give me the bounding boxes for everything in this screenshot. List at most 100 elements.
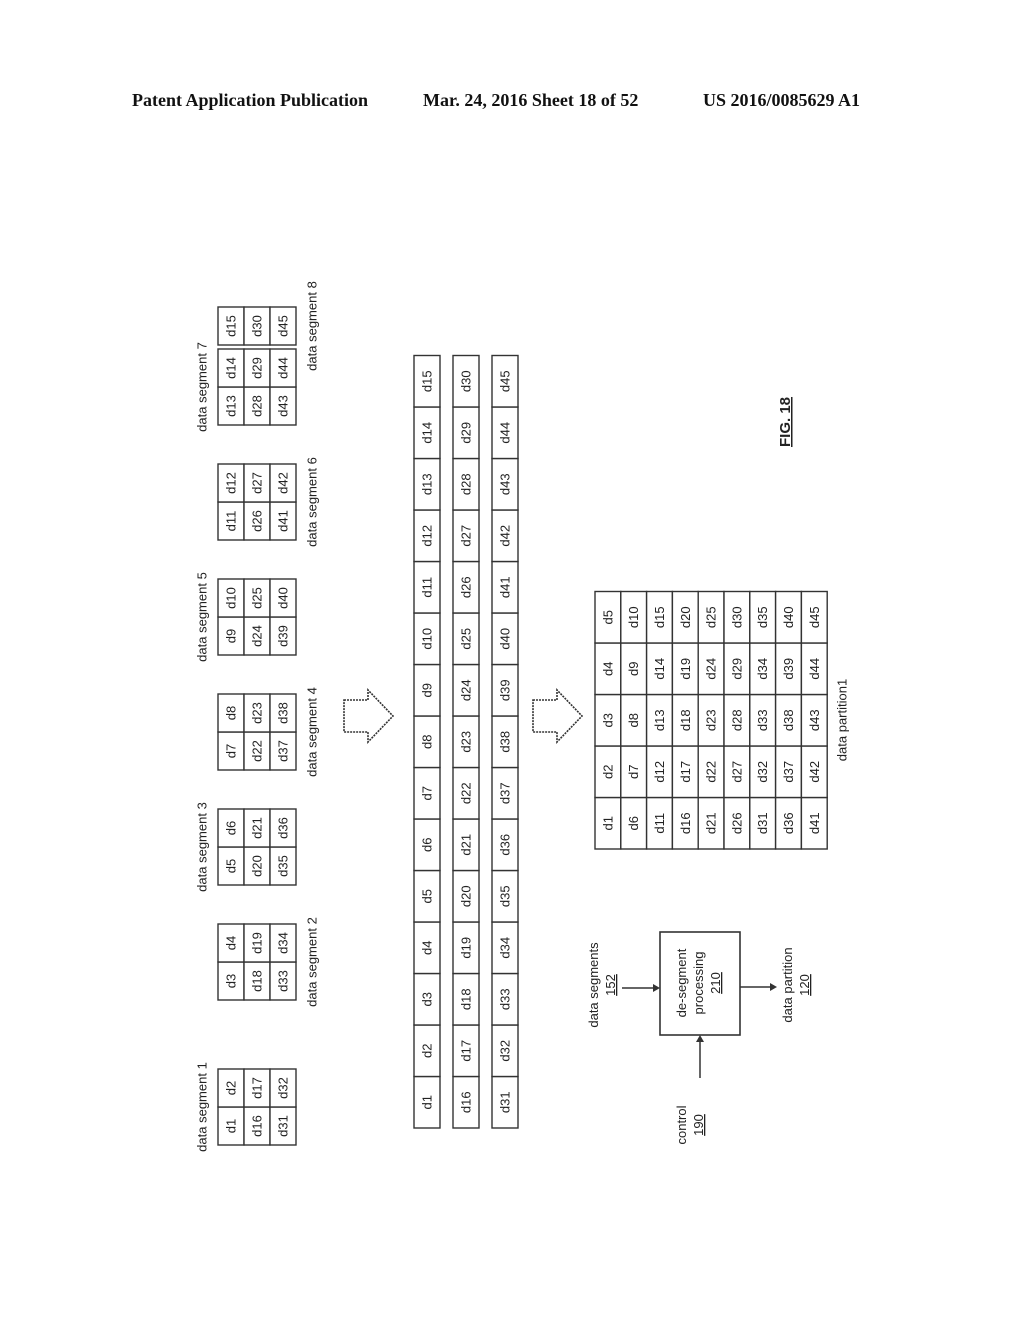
segment-8-label: data segment 8 (305, 281, 320, 371)
segment-8-cell: d15 (224, 315, 239, 337)
partition-cell: d16 (678, 812, 693, 834)
segment-2-cell: d18 (250, 970, 265, 992)
partition-cell: d21 (704, 812, 719, 834)
strip-3-cell: d36 (498, 834, 513, 856)
partition-label: data partition1 (835, 679, 850, 761)
partition-cell: d25 (704, 606, 719, 628)
segment-3-cell: d6 (224, 821, 239, 835)
strip-2-cell: d22 (459, 782, 474, 804)
partition-cell: d30 (729, 606, 744, 628)
strip-3-cell: d42 (498, 525, 513, 547)
block-ref: 210 (708, 972, 723, 994)
partition-cell: d39 (781, 658, 796, 680)
segment-7-cell: d43 (276, 395, 291, 417)
strip-1-cell: d10 (420, 628, 435, 650)
partition-cell: d2 (600, 765, 615, 779)
segment-6-cell: d27 (250, 472, 265, 494)
segment-4-label: data segment 4 (305, 687, 320, 777)
partition-cell: d44 (807, 658, 822, 680)
strip-2-cell: d28 (459, 473, 474, 495)
segment-7-cell: d28 (250, 395, 265, 417)
strip-3-cell: d37 (498, 782, 513, 804)
strip-3-cell: d34 (498, 937, 513, 959)
partition-cell: d37 (781, 761, 796, 783)
segment-4-cell: d38 (276, 702, 291, 724)
partition-cell: d17 (678, 761, 693, 783)
strip-2-cell: d27 (459, 525, 474, 547)
partition-cell: d12 (652, 761, 667, 783)
partition-cell: d15 (652, 606, 667, 628)
partition-cell: d4 (600, 662, 615, 676)
partition-cell: d24 (704, 658, 719, 680)
strip-3-cell: d41 (498, 576, 513, 598)
partition-cell: d9 (626, 662, 641, 676)
strip-2-cell: d29 (459, 422, 474, 444)
segment-1-cell: d31 (276, 1115, 291, 1137)
segment-1-label: data segment 1 (195, 1062, 210, 1152)
partition-cell: d3 (600, 713, 615, 727)
segment-5-cell: d24 (250, 625, 265, 647)
partition-cell: d27 (729, 761, 744, 783)
segment-2-cell: d33 (276, 970, 291, 992)
segment-5-cell: d25 (250, 587, 265, 609)
partition-cell: d18 (678, 709, 693, 731)
strip-1-cell: d5 (420, 889, 435, 903)
strip-3-cell: d35 (498, 885, 513, 907)
partition-cell: d8 (626, 713, 641, 727)
segment-4-cell: d37 (276, 740, 291, 762)
segment-5-cell: d10 (224, 587, 239, 609)
strip-3-cell: d44 (498, 422, 513, 444)
strip-1-cell: d8 (420, 735, 435, 749)
segment-7-cell: d13 (224, 395, 239, 417)
de-segment-block-group: de-segment processing 210 data segments … (586, 931, 812, 1145)
partition-cell: d26 (729, 812, 744, 834)
output-label: data partition (780, 947, 795, 1022)
input-ref: 152 (603, 974, 618, 996)
partition-cell: d32 (755, 761, 770, 783)
segment-1-cell: d17 (250, 1077, 265, 1099)
segment-5-cell: d39 (276, 625, 291, 647)
segment-8-cell: d30 (250, 315, 265, 337)
strip-1-cell: d6 (420, 838, 435, 852)
segment-3-label: data segment 3 (195, 802, 210, 892)
strip-1-cell: d3 (420, 992, 435, 1006)
partition-cell: d23 (704, 709, 719, 731)
segment-7-label: data segment 7 (195, 342, 210, 432)
segment-2-cell: d19 (250, 932, 265, 954)
partition-cell: d45 (807, 606, 822, 628)
partition-cell: d10 (626, 606, 641, 628)
segment-1-cell: d2 (224, 1081, 239, 1095)
segment-5-cell: d40 (276, 587, 291, 609)
segment-4-cell: d7 (224, 744, 239, 758)
segment-4-cell: d8 (224, 706, 239, 720)
strip-2-cell: d25 (459, 628, 474, 650)
strip-2-cell: d21 (459, 834, 474, 856)
segment-4-cell: d23 (250, 702, 265, 724)
segment-7-cell: d29 (250, 357, 265, 379)
transform-arrow-1 (343, 688, 395, 744)
partition-cell: d19 (678, 658, 693, 680)
segment-5-cell: d9 (224, 629, 239, 643)
strip-2-cell: d20 (459, 885, 474, 907)
strip-2-cell: d30 (459, 370, 474, 392)
segment-6-cell: d11 (224, 511, 239, 532)
partition-cell: d33 (755, 709, 770, 731)
strip-2-cell: d23 (459, 731, 474, 753)
partition-cell: d35 (755, 606, 770, 628)
partition-cell: d40 (781, 606, 796, 628)
partition-cell: d20 (678, 606, 693, 628)
partition-cell: d22 (704, 761, 719, 783)
partition-cell: d34 (755, 658, 770, 680)
segment-2-cell: d34 (276, 932, 291, 954)
segment-3-cell: d5 (224, 859, 239, 873)
transform-arrow-2 (532, 688, 584, 744)
partition-cell: d38 (781, 709, 796, 731)
segment-7-cell: d44 (276, 357, 291, 379)
strip-3-cell: d43 (498, 473, 513, 495)
data-partition-group: d1 d2 d3 d4 d5 d6 d7 d8 d9 d10 d11 d12 d13 d14 d15 d16 d… (594, 590, 850, 850)
segment-2-label: data segment 2 (305, 917, 320, 1007)
partition-cell: d13 (652, 709, 667, 731)
control-ref: 190 (691, 1114, 706, 1136)
segment-8-cell: d45 (276, 315, 291, 337)
strip-3-cell: d31 (498, 1091, 513, 1113)
